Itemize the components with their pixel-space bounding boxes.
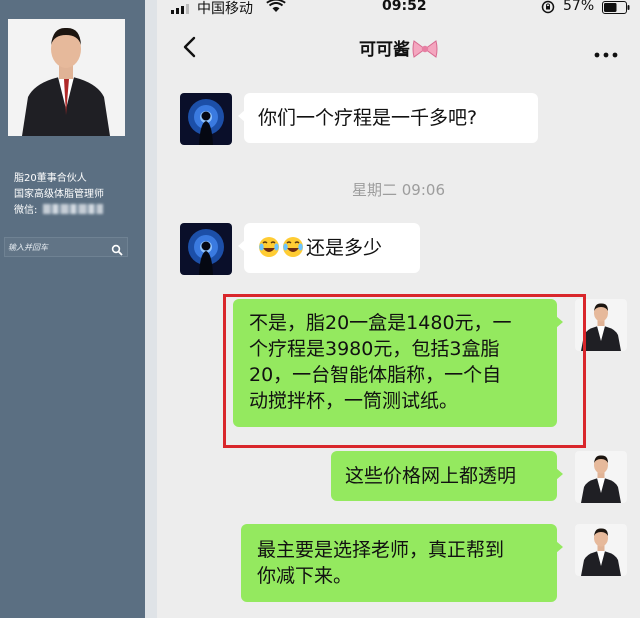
chat-title-text: 可可酱	[359, 40, 410, 60]
contact-avatar[interactable]	[180, 223, 232, 275]
tears-of-joy-emoji	[258, 236, 280, 258]
chat-header: 可可酱	[157, 16, 640, 76]
message-bubble-received[interactable]: 你们一个疗程是一千多吧?	[238, 93, 538, 143]
message-line: 最主要是选择老师，真正帮到	[257, 539, 505, 561]
status-time: 09:52	[382, 0, 427, 14]
sidebar-title-line-1: 脂20董事合伙人	[14, 173, 87, 184]
self-avatar[interactable]	[575, 524, 627, 576]
tears-of-joy-emoji	[282, 236, 304, 258]
battery-percent: 57%	[563, 0, 595, 14]
message-text: 这些价格网上都透明	[345, 465, 517, 487]
sidebar-search	[4, 237, 128, 257]
message-bubble-sent[interactable]: 这些价格网上都透明	[331, 451, 563, 501]
blog-sidebar: 脂20董事合伙人 国家高级体脂管理师 微信:	[0, 0, 145, 618]
sidebar-divider	[145, 0, 157, 618]
more-icon[interactable]	[594, 46, 618, 62]
profile-photo	[8, 19, 125, 136]
message-line: 你减下来。	[257, 565, 353, 587]
message-bubble-received[interactable]: 还是多少	[238, 223, 420, 273]
message-text: 你们一个疗程是一千多吧?	[258, 107, 478, 129]
chat-timestamp: 星期二 09:06	[352, 181, 445, 199]
search-input[interactable]	[8, 239, 108, 255]
message-text: 还是多少	[306, 237, 383, 259]
sidebar-title-line-2: 国家高级体脂管理师	[14, 189, 104, 200]
search-icon[interactable]	[111, 241, 123, 256]
wechat-label: 微信:	[14, 205, 38, 216]
highlight-annotation-box	[223, 294, 586, 448]
contact-avatar[interactable]	[180, 93, 232, 145]
sidebar-wechat: 微信:	[14, 204, 104, 218]
self-avatar[interactable]	[575, 451, 627, 503]
pink-bow-icon	[412, 40, 438, 58]
wifi-icon	[266, 0, 286, 17]
chat-title: 可可酱	[157, 35, 640, 60]
wechat-id-blurred	[43, 204, 104, 214]
status-bar: 中国移动 09:52 57%	[157, 0, 640, 17]
message-bubble-sent[interactable]: 最主要是选择老师，真正帮到 你减下来。	[241, 524, 563, 602]
